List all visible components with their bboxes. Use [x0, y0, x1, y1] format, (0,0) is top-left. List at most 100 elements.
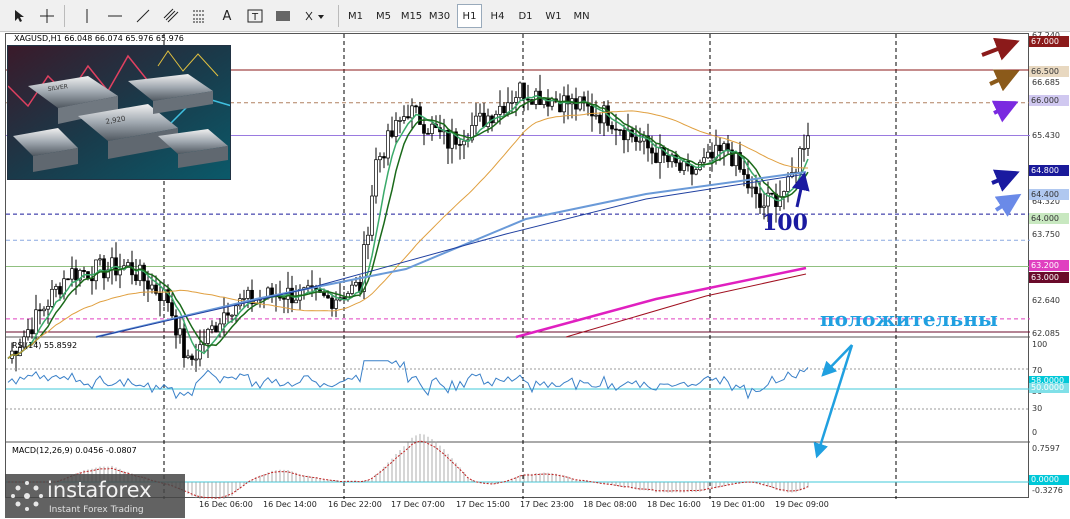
candle: [522, 82, 526, 100]
candle: [226, 312, 230, 316]
time-axis-label: 19 Dec 09:00: [775, 500, 829, 509]
candle: [614, 128, 618, 131]
macd-axis-label: -0.3276: [1032, 486, 1063, 495]
ma-200b-line: [565, 273, 807, 338]
candle: [610, 125, 614, 130]
candle: [742, 169, 746, 175]
fibonacci-icon[interactable]: [188, 4, 210, 28]
rectangle-icon[interactable]: [272, 4, 294, 28]
macd-title: MACD(12,26,9) 0.0456 -0.0807: [12, 446, 137, 455]
macd-axis-label: 0.0000: [1029, 475, 1069, 485]
price-axis-label: 62.640: [1032, 296, 1060, 305]
candle: [422, 124, 426, 134]
candle: [634, 136, 638, 142]
price-axis-label: 62.085: [1032, 329, 1060, 338]
trendline-icon[interactable]: [132, 4, 154, 28]
level-label-63-000: 63.000: [1029, 272, 1069, 283]
level-label-66-500: 66.500: [1029, 66, 1069, 77]
candle: [734, 152, 738, 167]
candle: [378, 156, 382, 161]
candle: [482, 112, 486, 127]
logo-name: instaforex: [47, 478, 152, 502]
timeframe-w1[interactable]: W1: [541, 4, 566, 28]
candle: [58, 286, 62, 295]
time-axis-label: 18 Dec 16:00: [647, 500, 701, 509]
candle: [98, 258, 102, 261]
candle: [42, 308, 46, 312]
rsi-axis-label: 100: [1032, 340, 1048, 349]
candle: [706, 151, 710, 159]
channel-icon[interactable]: [160, 4, 182, 28]
candle: [282, 297, 286, 300]
timeframe-mn[interactable]: MN: [569, 4, 594, 28]
candle: [146, 280, 150, 290]
candle: [26, 329, 30, 338]
candle: [546, 98, 550, 107]
candle: [754, 186, 758, 195]
candle: [758, 193, 762, 208]
candle: [450, 131, 454, 149]
timeframe-m15[interactable]: M15: [399, 4, 424, 28]
candle: [242, 298, 246, 300]
candle: [710, 151, 714, 159]
cursor-icon[interactable]: [8, 4, 30, 28]
candle: [222, 312, 226, 325]
candle: [802, 147, 806, 150]
candle: [598, 114, 602, 124]
candle: [398, 120, 402, 122]
candle: [650, 147, 654, 154]
vertical-line-icon[interactable]: [76, 4, 98, 28]
candle: [206, 328, 210, 344]
timeframe-h4[interactable]: H4: [485, 4, 510, 28]
candle: [590, 105, 594, 117]
text-label-icon[interactable]: T: [244, 4, 266, 28]
text-tool-icon[interactable]: A: [216, 4, 238, 28]
level-label-66-000: 66.000: [1029, 95, 1069, 106]
timeframe-d1[interactable]: D1: [513, 4, 538, 28]
candle: [678, 162, 682, 171]
crosshair-icon[interactable]: [36, 4, 58, 28]
candle: [50, 288, 54, 307]
candle: [126, 262, 130, 267]
candle: [682, 161, 686, 171]
arrows-menu-icon[interactable]: [304, 4, 326, 28]
candle: [330, 297, 334, 309]
candle: [210, 325, 214, 330]
candle: [526, 98, 530, 101]
symbol-info: XAGUSD,H1 66.048 66.074 65.976 65.976: [14, 34, 184, 43]
ma-100-label: 100: [762, 210, 808, 236]
toolbar: A T M1 M5 M15 M30 H1 H4 D1 W1 MN: [0, 0, 1070, 32]
time-axis-label: 17 Dec 15:00: [456, 500, 510, 509]
timeframe-m30[interactable]: M30: [427, 4, 452, 28]
rsi-axis-label: 0: [1032, 428, 1038, 437]
candle: [722, 143, 726, 152]
rsi-line: [7, 360, 809, 400]
ma-100b-line: [95, 173, 807, 338]
timeframe-m5[interactable]: M5: [371, 4, 396, 28]
candle: [170, 302, 174, 317]
candle: [370, 195, 374, 236]
candle: [458, 144, 462, 146]
timeframe-h1[interactable]: H1: [457, 4, 482, 28]
candle: [778, 196, 782, 207]
candle: [74, 268, 78, 281]
candle: [66, 278, 70, 281]
candle: [746, 174, 750, 189]
candle: [478, 112, 482, 117]
candle: [430, 123, 434, 134]
candle: [622, 129, 626, 141]
time-axis-label: 16 Dec 06:00: [199, 500, 253, 509]
rsi-axis-label: 70: [1032, 366, 1043, 375]
horizontal-line-icon[interactable]: [104, 4, 126, 28]
trading-terminal: A T M1M5M15M30H1H4D1W1MN 2,920 SILVER 67…: [0, 0, 1070, 519]
candle: [138, 264, 142, 281]
candle: [294, 299, 298, 304]
timeframe-m1[interactable]: M1: [343, 4, 368, 28]
candle: [654, 152, 658, 163]
svg-text:T: T: [251, 12, 259, 23]
rsi-axis-label: 30: [1032, 404, 1043, 413]
level-label-63-200: 63.200: [1029, 260, 1069, 271]
candle: [230, 314, 234, 317]
candle: [414, 105, 418, 108]
candle: [70, 268, 74, 280]
